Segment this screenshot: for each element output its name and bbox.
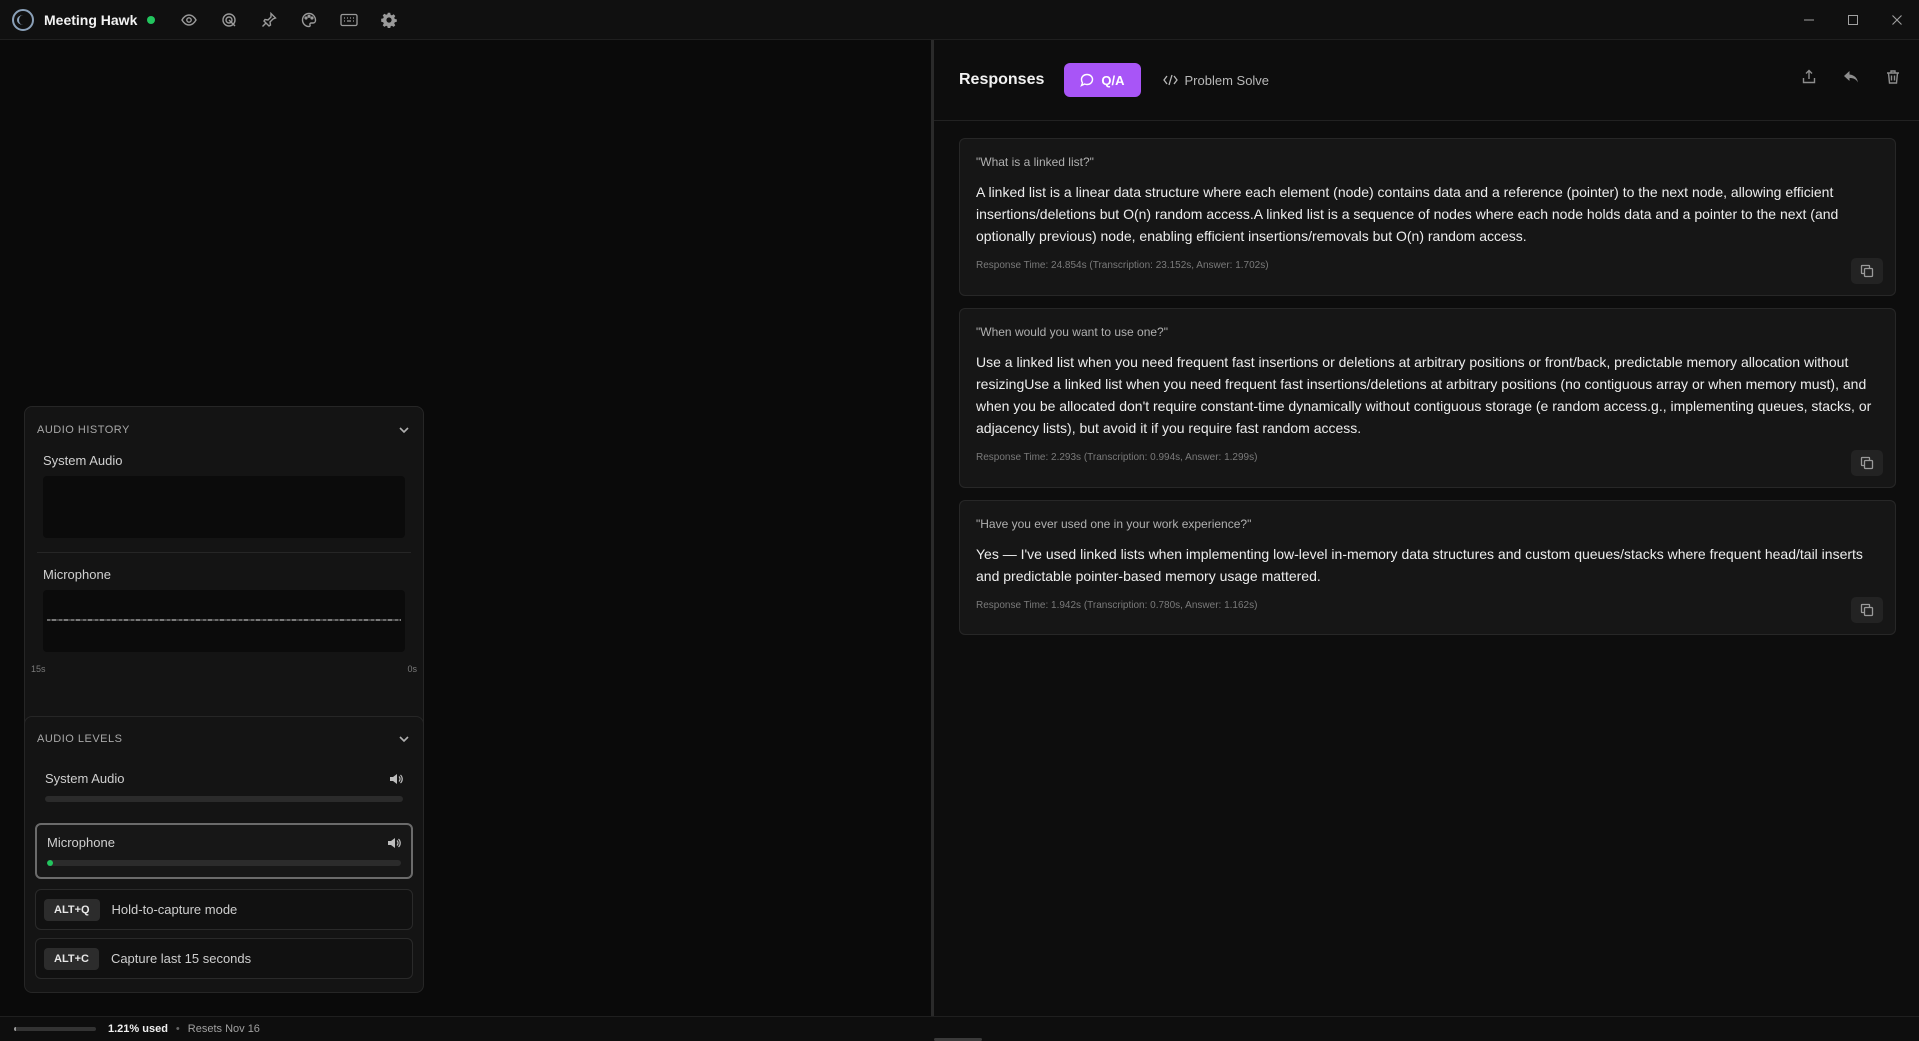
responses-title: Responses: [959, 71, 1045, 88]
toolbar: [179, 10, 399, 30]
qa-answer: A linked list is a linear data structure…: [976, 184, 1839, 244]
qa-answer: Use a linked list when you need frequent…: [976, 354, 1872, 436]
title-bar: Meeting Hawk: [0, 0, 1919, 40]
window-controls: [1787, 0, 1919, 40]
time-start-label: 15s: [31, 664, 46, 674]
qa-response-card: "Have you ever used one in your work exp…: [959, 500, 1896, 635]
microphone-level[interactable]: Microphone: [35, 823, 413, 879]
history-mic-label: Microphone: [43, 567, 111, 582]
microphone-meter: [47, 860, 401, 866]
minimize-button[interactable]: [1787, 0, 1831, 40]
audio-history-title: AUDIO HISTORY: [37, 424, 130, 436]
status-indicator: [147, 15, 156, 24]
divider: [37, 552, 411, 553]
qa-response-time: Response Time: 2.293s (Transcription: 0.…: [976, 452, 1258, 463]
chat-bubble-icon: [1080, 73, 1094, 87]
pin-icon[interactable]: [259, 10, 279, 30]
qa-question: "What is a linked list?": [976, 155, 1094, 169]
audio-levels-title: AUDIO LEVELS: [37, 733, 123, 745]
shortcut-label: Hold-to-capture mode: [111, 902, 238, 917]
shortcut-label: Capture last 15 seconds: [110, 951, 252, 966]
tab-qa[interactable]: Q/A: [1064, 63, 1141, 97]
microphone-level-label: Microphone: [47, 835, 115, 850]
qa-answer: Yes — I've used linked lists when implem…: [976, 546, 1863, 584]
system-audio-meter: [45, 796, 403, 802]
microphone-meter-fill: [47, 860, 53, 866]
qa-question: "When would you want to use one?": [976, 325, 1168, 339]
shortcut-hold-to-capture[interactable]: ALT+Q Hold-to-capture mode: [35, 889, 413, 930]
usage-text: 1.21% used: [108, 1023, 168, 1035]
history-time-axis: 15s 0s: [25, 664, 423, 674]
usage-progress-bar: [14, 1027, 96, 1031]
app-logo-icon: [12, 8, 34, 31]
responses-panel: Responses Q/A Problem Solve "What is a l…: [934, 40, 1919, 1016]
trash-icon[interactable]: [1879, 63, 1907, 91]
copy-icon[interactable]: [1851, 597, 1883, 623]
microphone-waveform: [43, 590, 405, 652]
chevron-down-icon[interactable]: [397, 732, 411, 746]
reply-icon[interactable]: [1837, 63, 1865, 91]
responses-header: Responses Q/A Problem Solve: [934, 40, 1919, 121]
target-icon[interactable]: [219, 10, 239, 30]
qa-response-card: "When would you want to use one?" Use a …: [959, 308, 1896, 488]
system-audio-waveform: [43, 476, 405, 538]
shortcut-key: ALT+Q: [44, 898, 100, 921]
time-end-label: 0s: [407, 664, 417, 674]
tab-problem-solve[interactable]: Problem Solve: [1162, 72, 1270, 88]
separator: •: [175, 1023, 180, 1035]
system-audio-level-label: System Audio: [45, 771, 125, 786]
maximize-button[interactable]: [1831, 0, 1875, 40]
waveform-line: [47, 619, 401, 621]
qa-response-time: Response Time: 24.854s (Transcription: 2…: [976, 260, 1269, 271]
left-panel: AUDIO HISTORY System Audio Microphone 15…: [0, 40, 931, 1016]
audio-history-card: AUDIO HISTORY System Audio Microphone 15…: [24, 406, 424, 740]
qa-response-card: "What is a linked list?" A linked list i…: [959, 138, 1896, 296]
share-icon[interactable]: [1795, 63, 1823, 91]
history-system-label: System Audio: [43, 453, 123, 468]
keyboard-icon[interactable]: [339, 10, 359, 30]
usage-progress-fill: [14, 1027, 16, 1031]
speaker-icon[interactable]: [387, 836, 401, 850]
audio-levels-header[interactable]: AUDIO LEVELS: [25, 717, 423, 761]
system-audio-level[interactable]: System Audio: [35, 761, 413, 813]
shortcut-capture-last[interactable]: ALT+C Capture last 15 seconds: [35, 938, 413, 979]
gear-icon[interactable]: [379, 10, 399, 30]
reset-text: Resets Nov 16: [187, 1023, 260, 1035]
chevron-down-icon[interactable]: [397, 423, 411, 437]
responses-actions: [1795, 63, 1907, 91]
palette-icon[interactable]: [299, 10, 319, 30]
copy-icon[interactable]: [1851, 258, 1883, 284]
qa-response-time: Response Time: 1.942s (Transcription: 0.…: [976, 600, 1258, 611]
tab-problem-solve-label: Problem Solve: [1184, 72, 1270, 88]
audio-history-header[interactable]: AUDIO HISTORY: [25, 407, 423, 453]
tab-qa-label: Q/A: [1101, 72, 1125, 88]
qa-question: "Have you ever used one in your work exp…: [976, 517, 1252, 531]
shortcut-key: ALT+C: [44, 947, 99, 970]
close-button[interactable]: [1875, 0, 1919, 40]
copy-icon[interactable]: [1851, 450, 1883, 476]
app-title: Meeting Hawk: [44, 11, 138, 28]
speaker-icon[interactable]: [389, 772, 403, 786]
audio-levels-card: AUDIO LEVELS System Audio Microphone ALT…: [24, 716, 424, 993]
eye-icon[interactable]: [179, 10, 199, 30]
code-icon: [1162, 74, 1178, 86]
